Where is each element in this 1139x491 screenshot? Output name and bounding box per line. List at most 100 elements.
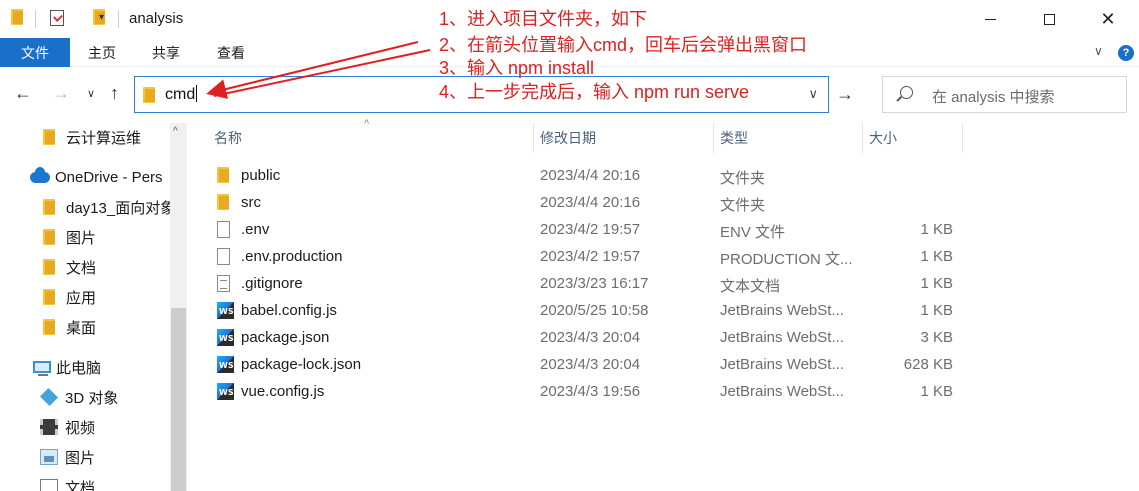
column-divider[interactable] xyxy=(862,123,863,153)
file-row[interactable]: babel.config.js 2020/5/25 10:58 JetBrain… xyxy=(209,297,969,324)
sidebar-item-label: OneDrive - Pers xyxy=(55,168,163,186)
sidebar-item-documents[interactable]: 文档 xyxy=(0,474,170,491)
file-type: PRODUCTION 文... xyxy=(720,251,853,268)
folder-icon xyxy=(217,167,231,183)
maximize-button[interactable] xyxy=(1026,0,1072,38)
column-divider[interactable] xyxy=(962,123,963,153)
pictures-icon xyxy=(40,449,58,465)
file-size: 628 KB xyxy=(903,356,953,373)
file-row[interactable]: .gitignore 2023/3/23 16:17 文本文档 1 KB xyxy=(209,270,969,297)
divider xyxy=(118,10,119,28)
sidebar-item-label: 3D 对象 xyxy=(65,389,119,407)
properties-check-icon[interactable] xyxy=(50,10,64,26)
file-date: 2023/4/3 19:56 xyxy=(540,383,641,400)
search-box[interactable]: 在 analysis 中搜索 xyxy=(882,76,1127,113)
tab-file[interactable]: 文件 xyxy=(0,38,70,67)
close-icon: ✕ xyxy=(1100,8,1116,30)
sidebar-item-documents-od[interactable]: 文档 xyxy=(0,254,170,280)
close-button[interactable]: ✕ xyxy=(1085,0,1131,38)
sidebar-item-pictures-od[interactable]: 图片 xyxy=(0,224,170,250)
file-type: ENV 文件 xyxy=(720,224,786,241)
file-size: 1 KB xyxy=(920,248,953,265)
sidebar-item-this-pc[interactable]: 此电脑 xyxy=(0,354,170,380)
file-date: 2023/4/4 20:16 xyxy=(540,167,641,184)
file-row[interactable]: src 2023/4/4 20:16 文件夹 xyxy=(209,189,969,216)
file-row[interactable]: .env.production 2023/4/2 19:57 PRODUCTIO… xyxy=(209,243,969,270)
documents-icon xyxy=(40,479,58,491)
search-icon xyxy=(900,86,913,99)
file-row[interactable]: vue.config.js 2023/4/3 19:56 JetBrains W… xyxy=(209,378,969,405)
file-date: 2023/4/2 19:57 xyxy=(540,221,641,238)
computer-icon xyxy=(33,361,51,376)
file-icon xyxy=(217,248,230,265)
column-divider[interactable] xyxy=(533,123,534,153)
sidebar-item-label: 桌面 xyxy=(66,319,97,337)
sidebar-item-3d-objects[interactable]: 3D 对象 xyxy=(0,384,170,410)
file-row[interactable]: package-lock.json 2023/4/3 20:04 JetBrai… xyxy=(209,351,969,378)
minimize-icon xyxy=(984,18,996,20)
column-header-type[interactable]: 类型 xyxy=(720,123,748,153)
annotation-step-4: 4、上一步完成后，输入 npm run serve xyxy=(439,82,750,102)
sidebar-item-label: 图片 xyxy=(65,449,96,467)
annotation-step-1: 1、进入项目文件夹，如下 xyxy=(439,9,648,29)
tab-share[interactable]: 共享 xyxy=(152,38,180,67)
sidebar-item-label: 应用 xyxy=(66,289,97,307)
text-file-icon xyxy=(217,275,230,292)
file-date: 2023/4/3 20:04 xyxy=(540,356,641,373)
back-arrow-icon[interactable]: ← xyxy=(14,83,32,104)
recent-locations-icon[interactable]: ∨ xyxy=(87,87,95,100)
minimize-button[interactable] xyxy=(967,0,1013,38)
folder-icon xyxy=(43,319,57,335)
file-name: src xyxy=(241,194,261,211)
sidebar-item-label: 文档 xyxy=(65,479,96,491)
sidebar-item-label: 图片 xyxy=(66,229,97,247)
sidebar-item-pictures[interactable]: 图片 xyxy=(0,444,170,470)
file-name: .env.production xyxy=(241,248,343,265)
address-value: cmd xyxy=(165,86,196,103)
forward-arrow-icon[interactable]: → xyxy=(52,83,70,104)
file-date: 2023/4/4 20:16 xyxy=(540,194,641,211)
folder-icon[interactable] xyxy=(11,9,25,25)
folder-icon xyxy=(217,194,231,210)
file-type: 文本文档 xyxy=(720,278,781,295)
text-caret xyxy=(196,85,198,102)
help-icon[interactable]: ? xyxy=(1118,45,1134,61)
tab-home[interactable]: 主页 xyxy=(88,38,116,67)
folder-icon xyxy=(43,289,57,305)
up-arrow-icon[interactable]: ↑ xyxy=(110,83,119,104)
file-icon xyxy=(217,221,230,238)
tab-view[interactable]: 查看 xyxy=(217,38,245,67)
file-type: 文件夹 xyxy=(720,170,766,187)
folder-icon xyxy=(43,259,57,275)
scroll-up-icon[interactable]: ^ xyxy=(173,126,178,137)
go-arrow-icon[interactable]: → xyxy=(836,84,854,105)
sidebar-item-apps[interactable]: 应用 xyxy=(0,284,170,310)
file-name: package.json xyxy=(241,329,330,346)
sidebar-item-onedrive[interactable]: OneDrive - Pers xyxy=(0,164,170,190)
file-row[interactable]: public 2023/4/4 20:16 文件夹 xyxy=(209,162,969,189)
file-type: JetBrains WebSt... xyxy=(720,329,844,346)
column-divider[interactable] xyxy=(713,123,714,153)
file-name: .gitignore xyxy=(241,275,303,292)
file-row[interactable]: package.json 2023/4/3 20:04 JetBrains We… xyxy=(209,324,969,351)
sidebar-item-day13[interactable]: day13_面向对象 xyxy=(0,194,170,220)
address-dropdown-icon[interactable]: ∨ xyxy=(808,86,818,102)
quick-access-dropdown-icon[interactable]: ▾ xyxy=(99,12,104,23)
sidebar-item-videos[interactable]: 视频 xyxy=(0,414,170,440)
column-header-date[interactable]: 修改日期 xyxy=(540,123,596,153)
file-name: vue.config.js xyxy=(241,383,325,400)
file-date: 2023/4/2 19:57 xyxy=(540,248,641,265)
address-input[interactable]: cmd xyxy=(165,85,198,104)
ribbon-expand-icon[interactable]: ∨ xyxy=(1094,44,1103,58)
file-type: JetBrains WebSt... xyxy=(720,356,844,373)
file-date: 2020/5/25 10:58 xyxy=(540,302,649,319)
column-header-name[interactable]: 名称 xyxy=(214,123,242,153)
sidebar-item-cloud-ops[interactable]: 云计算运维 xyxy=(0,124,170,150)
sidebar-scroll-thumb[interactable] xyxy=(171,308,186,491)
sort-ascending-icon: ^ xyxy=(364,118,370,130)
column-header-size[interactable]: 大小 xyxy=(869,123,897,153)
webstorm-icon xyxy=(217,302,234,319)
file-row[interactable]: .env 2023/4/2 19:57 ENV 文件 1 KB xyxy=(209,216,969,243)
3d-objects-icon xyxy=(39,387,59,407)
sidebar-item-desktop[interactable]: 桌面 xyxy=(0,314,170,340)
